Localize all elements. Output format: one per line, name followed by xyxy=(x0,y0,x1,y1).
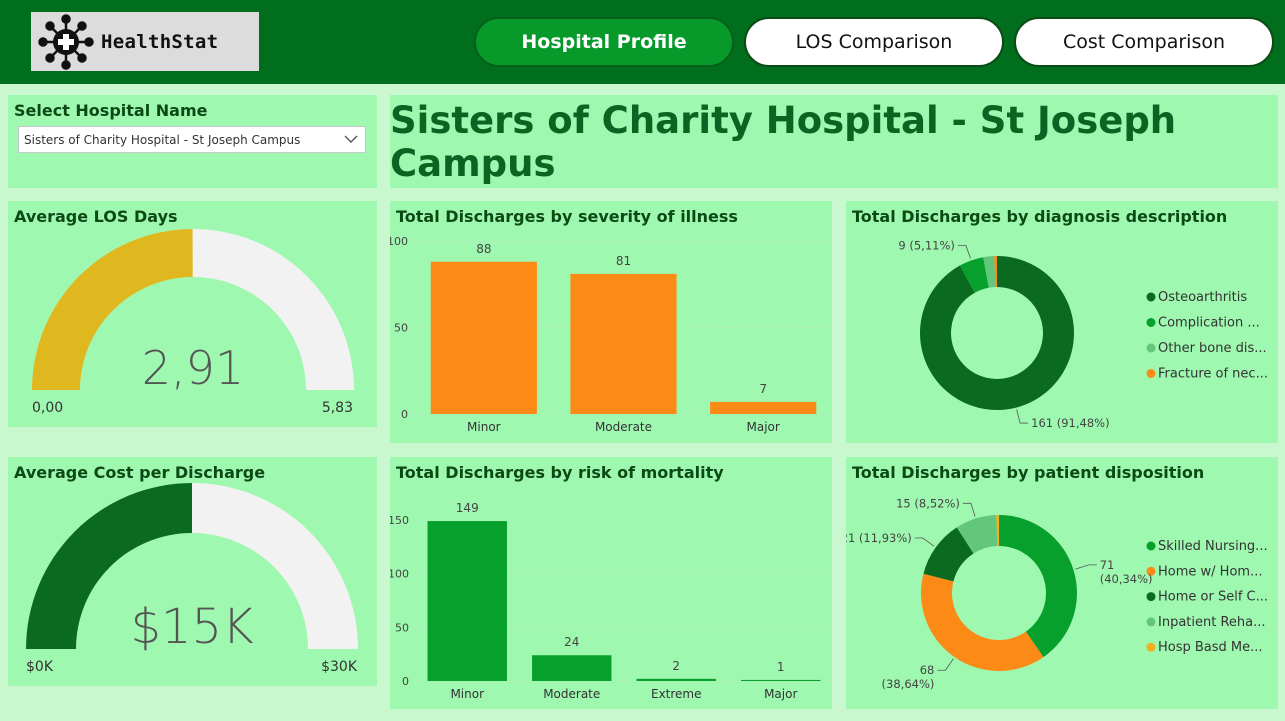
nav-cost-comparison-button[interactable]: Cost Comparison xyxy=(1014,17,1274,67)
hospital-select-value: Sisters of Charity Hospital - St Joseph … xyxy=(24,132,301,147)
data-label-leader xyxy=(962,502,976,517)
donut-slice xyxy=(921,573,1044,671)
diagnosis-donut-panel: Total Discharges by diagnosis descriptio… xyxy=(846,201,1278,443)
chevron-down-icon xyxy=(344,135,358,143)
bar-data-label: 1 xyxy=(777,660,785,674)
data-label-leader xyxy=(914,537,935,547)
bar xyxy=(636,678,716,681)
legend-marker xyxy=(1146,642,1156,652)
disposition-donut-chart: Skilled Nursing... Home w/ Hom... Home or … xyxy=(846,496,1268,691)
disposition-donut-panel: Total Discharges by patient disposition … xyxy=(846,457,1278,709)
bar-data-label: 2 xyxy=(672,659,680,673)
y-tick-label: 0 xyxy=(402,675,409,688)
logo-text: HealthStat xyxy=(101,30,219,53)
legend-marker xyxy=(1146,617,1156,627)
bar xyxy=(427,521,507,681)
y-tick-label: 100 xyxy=(390,235,408,248)
bar xyxy=(741,679,821,681)
data-label: 68 xyxy=(920,663,935,677)
x-tick-label: Moderate xyxy=(595,420,652,434)
gauge-max-label: $30K xyxy=(321,659,358,675)
legend-marker xyxy=(1146,343,1156,353)
bar-data-label: 7 xyxy=(759,382,767,396)
legend-label: Osteoarthritis xyxy=(1158,290,1247,305)
healthstat-logo: HealthStat xyxy=(31,12,259,71)
bar xyxy=(710,401,817,414)
bar-data-label: 81 xyxy=(616,254,631,268)
avg-cost-gauge-panel: Average Cost per Discharge $15K $0K $30K xyxy=(8,457,377,686)
nav-hospital-profile-button[interactable]: Hospital Profile xyxy=(474,17,734,67)
data-label: (40,34%) xyxy=(1100,572,1153,586)
legend-label: Home or Self C... xyxy=(1158,590,1268,605)
severity-bar-panel: Total Discharges by severity of illness … xyxy=(390,201,832,443)
legend-label: Inpatient Reha... xyxy=(1158,615,1266,630)
gauge-value-label: 2,91 xyxy=(142,341,244,395)
gauge-value-label: $15K xyxy=(130,599,253,655)
legend-marker xyxy=(1146,292,1156,302)
x-tick-label: Major xyxy=(764,687,797,701)
data-label-leader xyxy=(937,658,954,671)
slicer-title: Select Hospital Name xyxy=(14,101,208,120)
legend-label: Other bone dis... xyxy=(1158,341,1267,356)
legend-marker xyxy=(1146,592,1156,602)
y-tick-label: 50 xyxy=(394,322,408,335)
data-label: 9 (5,11%) xyxy=(898,238,954,252)
data-label: 21 (11,93%) xyxy=(846,531,912,545)
y-tick-label: 100 xyxy=(390,568,409,581)
bar xyxy=(430,261,537,414)
x-tick-label: Major xyxy=(747,420,780,434)
bar xyxy=(570,273,677,414)
data-label-leader xyxy=(1016,409,1029,424)
y-tick-label: 0 xyxy=(401,408,408,421)
gauge-min-label: $0K xyxy=(26,659,54,675)
x-tick-label: Extreme xyxy=(651,687,702,701)
data-label: 71 xyxy=(1100,558,1115,572)
legend-label: Hosp Basd Me... xyxy=(1158,640,1263,655)
bar xyxy=(532,655,612,681)
gauge-max-label: 5,83 xyxy=(322,400,353,416)
avg-cost-gauge-chart: $15K $0K $30K xyxy=(26,483,358,675)
bar-data-label: 149 xyxy=(456,501,479,515)
data-label: (38,64%) xyxy=(882,677,935,691)
data-label: 15 (8,52%) xyxy=(896,496,960,510)
legend-marker xyxy=(1146,318,1156,327)
legend-marker xyxy=(1146,369,1156,378)
y-tick-label: 50 xyxy=(395,621,409,634)
hospital-select-dropdown[interactable]: Sisters of Charity Hospital - St Joseph … xyxy=(18,126,366,153)
data-label: 161 (91,48%) xyxy=(1031,416,1109,430)
avg-los-gauge-chart: 2,91 0,00 5,83 xyxy=(32,229,354,416)
legend-label: Home w/ Hom... xyxy=(1158,564,1262,579)
legend-marker xyxy=(1146,541,1156,551)
avg-los-gauge-panel: Average LOS Days 2,91 0,00 5,83 xyxy=(8,201,377,427)
legend-label: Skilled Nursing... xyxy=(1158,539,1268,554)
data-label-leader xyxy=(1075,564,1097,570)
y-tick-label: 150 xyxy=(390,514,409,527)
data-label-leader xyxy=(957,244,971,259)
severity-bar-chart: 0 50 100 88 Minor 81 Moderate 7 Major xyxy=(390,235,832,434)
bar-data-label: 24 xyxy=(564,635,579,649)
hospital-title-panel: Sisters of Charity Hospital - St Joseph … xyxy=(390,95,1278,188)
legend-label: Complication ... xyxy=(1158,316,1260,331)
page-title: Sisters of Charity Hospital - St Joseph … xyxy=(390,98,1177,185)
bar-data-label: 88 xyxy=(476,242,491,256)
donut-slice xyxy=(999,515,1077,658)
legend-label: Fracture of nec... xyxy=(1158,367,1268,382)
diagnosis-donut-chart: Osteoarthritis Complication ... Other bone… xyxy=(898,238,1268,430)
gauge-min-label: 0,00 xyxy=(32,400,63,416)
mortality-bar-chart: 0 50 100 150 149 Minor 24 Moderate 2 Extreme 1 Majo… xyxy=(390,501,832,701)
x-tick-label: Moderate xyxy=(543,687,600,701)
mortality-bar-panel: Total Discharges by risk of mortality 05… xyxy=(390,457,832,709)
hospital-slicer-panel: Select Hospital Name Sisters of Charity … xyxy=(8,95,377,188)
virus-logo-icon xyxy=(38,13,94,70)
x-tick-label: Minor xyxy=(450,687,484,701)
top-bar: HealthStat Hospital Profile LOS Comparis… xyxy=(0,0,1285,84)
x-tick-label: Minor xyxy=(467,420,501,434)
nav-los-comparison-button[interactable]: LOS Comparison xyxy=(744,17,1004,67)
